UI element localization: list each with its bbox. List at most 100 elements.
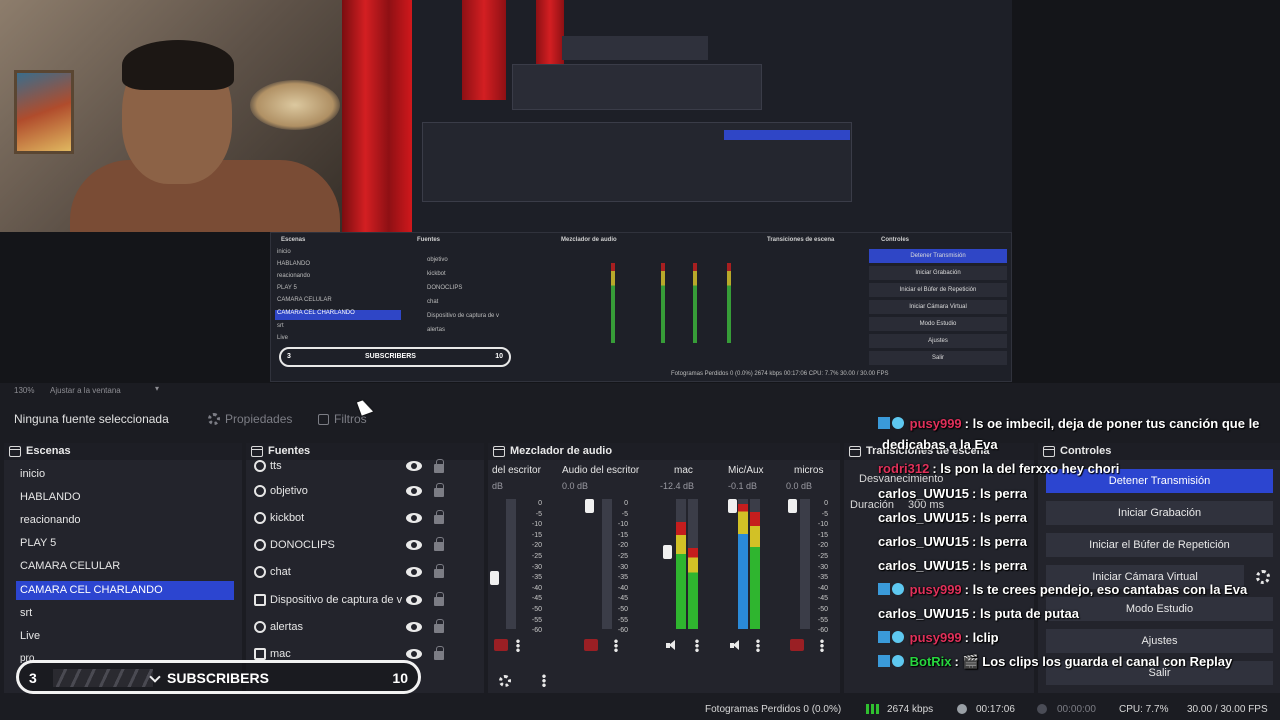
- stream-time: 00:17:06: [976, 704, 1015, 715]
- speaker-icon[interactable]: [666, 640, 680, 651]
- scene-item-srt[interactable]: srt: [16, 604, 234, 623]
- lock-icon[interactable]: [434, 619, 444, 633]
- muted-speaker-icon[interactable]: [494, 639, 508, 651]
- eye-icon[interactable]: [406, 649, 422, 659]
- scene-item-inicio[interactable]: inicio: [16, 465, 234, 484]
- chat-message: carlos_UWU15: ls perra: [878, 486, 1027, 501]
- chat-message: carlos_UWU15: ls perra: [878, 558, 1027, 573]
- chat-username: pusy999: [909, 630, 962, 645]
- chat-text: : ls oe imbecil, deja de poner tus canci…: [964, 416, 1260, 431]
- channel-meter: [506, 499, 516, 629]
- red-curtain: [342, 0, 412, 232]
- volume-slider[interactable]: [788, 499, 797, 513]
- nested-scene: HABLANDO: [277, 261, 311, 267]
- lock-icon[interactable]: [434, 483, 444, 497]
- eye-icon[interactable]: [406, 595, 422, 605]
- zoom-fit-select[interactable]: Ajustar a la ventana: [50, 386, 121, 395]
- eye-icon[interactable]: [406, 622, 422, 632]
- channel-meter: [800, 499, 810, 629]
- channel-db: -0.1 dB: [728, 481, 758, 491]
- eye-icon[interactable]: [406, 486, 422, 496]
- kebab-icon[interactable]: [614, 639, 618, 652]
- chat-message: carlos_UWU15: ls perra: [878, 510, 1027, 525]
- record-indicator-icon: [1037, 704, 1047, 714]
- lock-icon[interactable]: [434, 592, 444, 606]
- person-hair: [122, 40, 234, 90]
- badge-icon: [878, 583, 890, 595]
- kebab-icon[interactable]: [695, 639, 699, 652]
- source-label: objetivo: [270, 485, 308, 497]
- chat-text: : ls perra: [972, 510, 1027, 525]
- nested-status: Fotogramas Perdidos 0 (0.0%) 2674 kbps 0…: [671, 371, 889, 377]
- filters-button[interactable]: Filtros: [318, 412, 367, 426]
- preview-canvas[interactable]: Escenas Fuentes Mezclador de audio Trans…: [0, 0, 1280, 383]
- scene-item-camara-celular[interactable]: CAMARA CELULAR: [16, 557, 234, 576]
- chat-username: carlos_UWU15: [878, 606, 970, 621]
- scene-item-camara-cel-charlando[interactable]: CAMARA CEL CHARLANDO: [16, 581, 234, 600]
- mixer-menu-kebab-icon[interactable]: [542, 674, 546, 687]
- channel-scale: 0 -5 -10 -15 -20 -25 -30 -35 -40 -45 -50 -55 -60: [817, 500, 828, 635]
- scene-item-reacionando[interactable]: reacionando: [16, 511, 234, 530]
- dock-window-icon: [251, 446, 263, 457]
- source-item-chat[interactable]: chat: [254, 561, 454, 583]
- record-time: 00:00:00: [1057, 704, 1096, 715]
- source-item-objetivo[interactable]: objetivo: [254, 480, 454, 502]
- lock-icon[interactable]: [434, 564, 444, 578]
- kebab-icon[interactable]: [820, 639, 824, 652]
- scene-item-play5[interactable]: PLAY 5: [16, 534, 234, 553]
- source-item-donoclips[interactable]: DONOCLIPS: [254, 534, 454, 556]
- lock-icon[interactable]: [434, 537, 444, 551]
- chat-text: : ls perra: [972, 558, 1027, 573]
- source-item-kickbot[interactable]: kickbot: [254, 507, 454, 529]
- chat-username: carlos_UWU15: [878, 486, 970, 501]
- nested-scene: PLAY 5: [277, 285, 297, 291]
- mixer-dock-header[interactable]: Mezclador de audio: [488, 443, 840, 460]
- nested-scene: Live: [277, 335, 289, 341]
- chat-username: carlos_UWU15: [878, 510, 970, 525]
- dropped-frames: Fotogramas Perdidos 0 (0.0%): [705, 704, 842, 715]
- eye-icon[interactable]: [406, 461, 422, 471]
- eye-icon[interactable]: [406, 567, 422, 577]
- channel-name: del escritor: [492, 465, 541, 476]
- channel-name: Mic/Aux: [728, 465, 764, 476]
- audio-mixer-dock: Mezclador de audio del escritor dB 0 -5 -1…: [488, 443, 840, 693]
- volume-slider[interactable]: [490, 571, 499, 585]
- muted-speaker-icon[interactable]: [790, 639, 804, 651]
- mixer-settings-gear-icon[interactable]: [499, 675, 511, 687]
- kebab-icon[interactable]: [516, 639, 520, 652]
- dock-window-icon: [493, 446, 505, 457]
- progress-stripes: [53, 669, 153, 687]
- camera-icon: [254, 594, 266, 606]
- volume-slider[interactable]: [585, 499, 594, 513]
- eye-icon[interactable]: [406, 513, 422, 523]
- lamp-light: [250, 80, 340, 130]
- kebab-icon[interactable]: [756, 639, 760, 652]
- scene-item-live[interactable]: Live: [16, 627, 234, 646]
- zoom-level[interactable]: 130%: [14, 386, 34, 395]
- source-item-alertas[interactable]: alertas: [254, 616, 454, 638]
- monitor-icon: [254, 648, 266, 660]
- nested-mixer-title: Mezclador de audio: [561, 237, 617, 243]
- subscribers-goal-widget: 3 SUBSCRIBERS 10: [16, 660, 421, 694]
- lock-icon[interactable]: [434, 510, 444, 524]
- scenes-dock-header[interactable]: Escenas: [4, 443, 242, 460]
- lock-icon[interactable]: [434, 646, 444, 660]
- subscribers-label: SUBSCRIBERS: [167, 670, 269, 686]
- zoom-dropdown-arrow-icon[interactable]: ▾: [155, 384, 159, 393]
- signal-icon: [866, 704, 880, 714]
- nested-highlight: [724, 130, 850, 140]
- source-toolbar: Ninguna fuente seleccionada Propiedades …: [0, 400, 860, 440]
- properties-button[interactable]: Propiedades: [208, 412, 292, 426]
- sources-dock-header[interactable]: Fuentes: [246, 443, 484, 460]
- eye-icon[interactable]: [406, 540, 422, 550]
- source-item-capture-device[interactable]: Dispositivo de captura de v: [254, 589, 406, 611]
- source-item-tts[interactable]: tts: [254, 459, 454, 473]
- scene-item-hablando[interactable]: HABLANDO: [16, 488, 234, 507]
- muted-speaker-icon[interactable]: [584, 639, 598, 651]
- lock-icon[interactable]: [434, 459, 444, 473]
- volume-slider[interactable]: [728, 499, 737, 513]
- curtain-reflection-small: [536, 0, 564, 70]
- speaker-icon[interactable]: [730, 640, 744, 651]
- nested-scene: reacionando: [277, 273, 311, 279]
- volume-slider[interactable]: [663, 545, 672, 559]
